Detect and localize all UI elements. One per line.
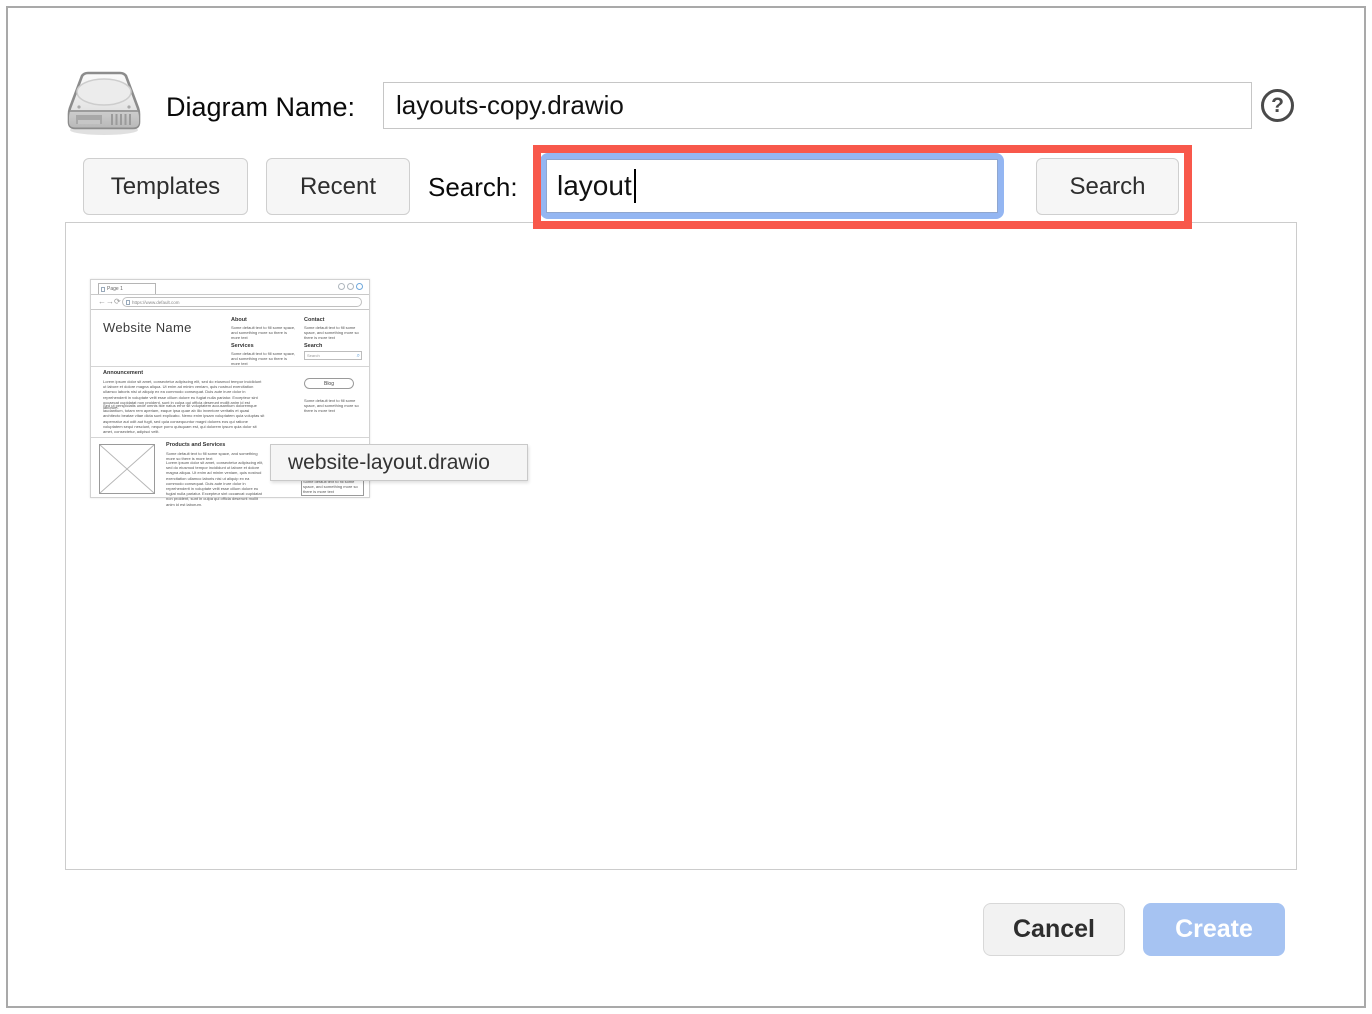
refresh-icon: ⟳ bbox=[114, 297, 121, 306]
diagram-name-input[interactable] bbox=[383, 82, 1252, 129]
preview-search-placeholder: Search bbox=[307, 353, 320, 358]
preview-services-title: Services bbox=[231, 343, 297, 349]
search-label: Search: bbox=[428, 172, 518, 203]
preview-about-text: Some default text to fill some space, an… bbox=[231, 325, 297, 341]
search-input[interactable]: layout bbox=[546, 159, 998, 213]
window-control-icon bbox=[338, 283, 345, 290]
preview-blog-text: Some default text to fill some space, an… bbox=[304, 398, 364, 414]
page-icon bbox=[101, 287, 105, 292]
cancel-button[interactable]: Cancel bbox=[983, 903, 1125, 956]
search-input-value: layout bbox=[557, 170, 632, 202]
preview-tabline bbox=[91, 294, 369, 295]
create-button[interactable]: Create bbox=[1143, 903, 1285, 956]
preview-contact-text: Some default text to fill some space, an… bbox=[304, 325, 366, 341]
back-arrow-icon: ← bbox=[98, 297, 106, 306]
preview-services-section: Services Some default text to fill some … bbox=[231, 343, 297, 367]
help-glyph: ? bbox=[1271, 94, 1284, 118]
hard-disk-icon bbox=[64, 70, 144, 138]
preview-products-text: Lorem ipsum dolor sit amet, consectetur … bbox=[166, 460, 266, 507]
preview-announcement-title: Announcement bbox=[103, 370, 143, 376]
window-control-icon bbox=[356, 283, 363, 290]
page-icon bbox=[126, 300, 130, 305]
diagram-name-label: Diagram Name: bbox=[166, 92, 355, 123]
preview-tab: Page 1 bbox=[98, 283, 156, 294]
help-icon[interactable]: ? bbox=[1261, 89, 1294, 122]
preview-search-box: Search ⌕ bbox=[304, 351, 362, 360]
preview-site-title: Website Name bbox=[103, 320, 192, 335]
preview-browser-chrome: Page 1 ← → ⟳ https://www.default.com bbox=[91, 280, 369, 310]
recent-button[interactable]: Recent bbox=[266, 158, 410, 215]
search-input-focus-ring: layout bbox=[540, 153, 1004, 219]
preview-side-text: Some default text to fill some space, an… bbox=[303, 479, 362, 495]
templates-button[interactable]: Templates bbox=[83, 158, 248, 215]
preview-search-title: Search bbox=[304, 343, 366, 349]
image-placeholder-icon bbox=[99, 444, 155, 494]
preview-divider bbox=[91, 366, 369, 367]
preview-services-text: Some default text to fill some space, an… bbox=[231, 351, 297, 367]
magnifier-icon: ⌕ bbox=[357, 353, 360, 359]
forward-arrow-icon: → bbox=[106, 297, 114, 306]
preview-blog-label: Blog bbox=[324, 381, 334, 387]
preview-lorem-2: Sed ut perspiciatis unde omnis iste natu… bbox=[103, 403, 265, 434]
preview-products-title: Products and Services bbox=[166, 442, 225, 448]
search-button[interactable]: Search bbox=[1036, 158, 1179, 215]
tooltip-text: website-layout.drawio bbox=[288, 451, 490, 475]
preview-contact-section: Contact Some default text to fill some s… bbox=[304, 317, 366, 341]
filename-tooltip: website-layout.drawio bbox=[270, 444, 528, 481]
window-control-icon bbox=[347, 283, 354, 290]
preview-tab-label: Page 1 bbox=[107, 286, 123, 292]
preview-about-title: About bbox=[231, 317, 297, 323]
preview-url-text: https://www.default.com bbox=[132, 300, 180, 305]
preview-contact-title: Contact bbox=[304, 317, 366, 323]
preview-divider bbox=[91, 437, 369, 438]
preview-search-section: Search Search ⌕ bbox=[304, 343, 366, 360]
text-cursor bbox=[634, 169, 636, 203]
preview-blog-button: Blog bbox=[304, 378, 354, 389]
preview-about-section: About Some default text to fill some spa… bbox=[231, 317, 297, 341]
preview-url-bar: https://www.default.com bbox=[122, 297, 362, 307]
